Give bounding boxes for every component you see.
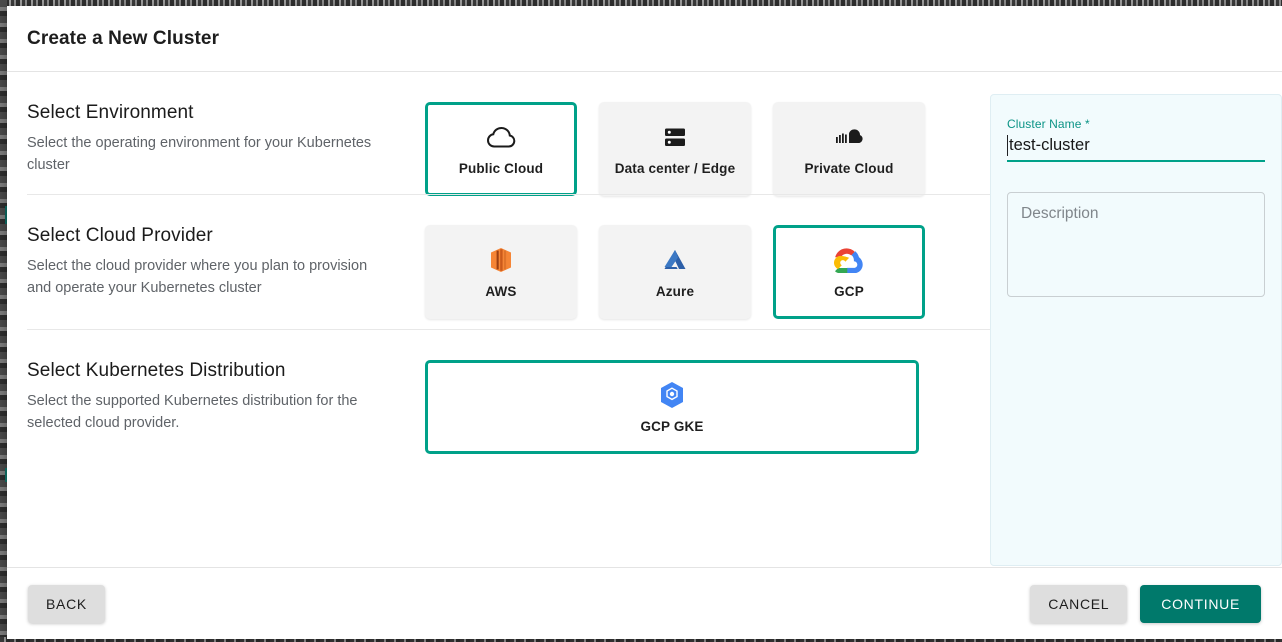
section-provider-description: Select the cloud provider where you plan… — [27, 258, 368, 296]
selection-pane: Select Environment Select the operating … — [7, 72, 990, 567]
dialog-body: Select Environment Select the operating … — [7, 72, 1282, 567]
cluster-details-form: Cluster Name * test-cluster Description — [990, 94, 1282, 566]
environment-option-data-center-edge[interactable]: Data center / Edge — [599, 102, 751, 196]
cluster-name-label: Cluster Name * — [1007, 117, 1090, 131]
azure-logo-icon — [661, 246, 689, 274]
environment-option-public-cloud[interactable]: Public Cloud — [425, 102, 577, 196]
server-rack-icon — [662, 123, 688, 151]
section-environment-heading: Select Environment — [27, 102, 194, 123]
cloud-outline-icon — [486, 123, 516, 151]
dialog-footer: BACK CANCEL CONTINUE — [7, 567, 1282, 639]
provider-option-label: AWS — [485, 283, 517, 299]
section-select-cloud-provider: Select Cloud Provider Select the cloud p… — [27, 194, 990, 329]
section-environment-description: Select the operating environment for you… — [27, 135, 372, 173]
distribution-option-gcp-gke[interactable]: GCP GKE — [425, 360, 919, 454]
distribution-option-label: GCP GKE — [640, 418, 704, 434]
cluster-details-pane: Cluster Name * test-cluster Description — [990, 72, 1282, 567]
cluster-name-input[interactable]: test-cluster — [1007, 134, 1265, 156]
provider-card-group: AWS Azure GCP — [425, 225, 925, 319]
section-select-environment: Select Environment Select the operating … — [27, 72, 990, 196]
provider-option-gcp[interactable]: GCP — [773, 225, 925, 319]
description-input[interactable]: Description — [1007, 192, 1265, 297]
dialog-header: Create a New Cluster — [7, 6, 1282, 72]
environment-option-private-cloud[interactable]: Private Cloud — [773, 102, 925, 196]
create-cluster-dialog: Create a New Cluster Select Environment … — [7, 6, 1282, 639]
section-environment-text: Select Environment Select the operating … — [27, 102, 425, 176]
environment-option-label: Data center / Edge — [614, 160, 736, 176]
gcp-logo-icon — [834, 246, 864, 274]
continue-button[interactable]: CONTINUE — [1140, 584, 1261, 623]
section-distribution-heading: Select Kubernetes Distribution — [27, 360, 286, 381]
gke-hexagon-icon — [659, 381, 685, 409]
back-button[interactable]: BACK — [28, 584, 105, 623]
section-distribution-text: Select Kubernetes Distribution Select th… — [27, 360, 425, 434]
section-provider-text: Select Cloud Provider Select the cloud p… — [27, 225, 425, 299]
aws-logo-icon — [490, 246, 512, 274]
backdrop-left-strip — [0, 0, 7, 642]
page-title: Create a New Cluster — [27, 27, 220, 49]
environment-option-label: Private Cloud — [804, 160, 894, 176]
section-distribution-description: Select the supported Kubernetes distribu… — [27, 393, 358, 431]
section-provider-heading: Select Cloud Provider — [27, 225, 213, 246]
environment-card-group: Public Cloud Data center / Edge Private … — [425, 102, 925, 196]
footer-actions: CANCEL CONTINUE — [1030, 584, 1261, 623]
distribution-card-group: GCP GKE — [425, 360, 919, 454]
provider-option-aws[interactable]: AWS — [425, 225, 577, 319]
cancel-button[interactable]: CANCEL — [1030, 584, 1128, 623]
provider-option-azure[interactable]: Azure — [599, 225, 751, 319]
filled-cloud-icon — [834, 123, 864, 151]
environment-option-label: Public Cloud — [458, 160, 544, 176]
section-select-kubernetes-distribution: Select Kubernetes Distribution Select th… — [27, 329, 990, 464]
cluster-name-field[interactable]: test-cluster — [1007, 134, 1265, 162]
provider-option-label: Azure — [655, 283, 695, 299]
text-cursor — [1007, 135, 1008, 156]
provider-option-label: GCP — [834, 283, 864, 299]
